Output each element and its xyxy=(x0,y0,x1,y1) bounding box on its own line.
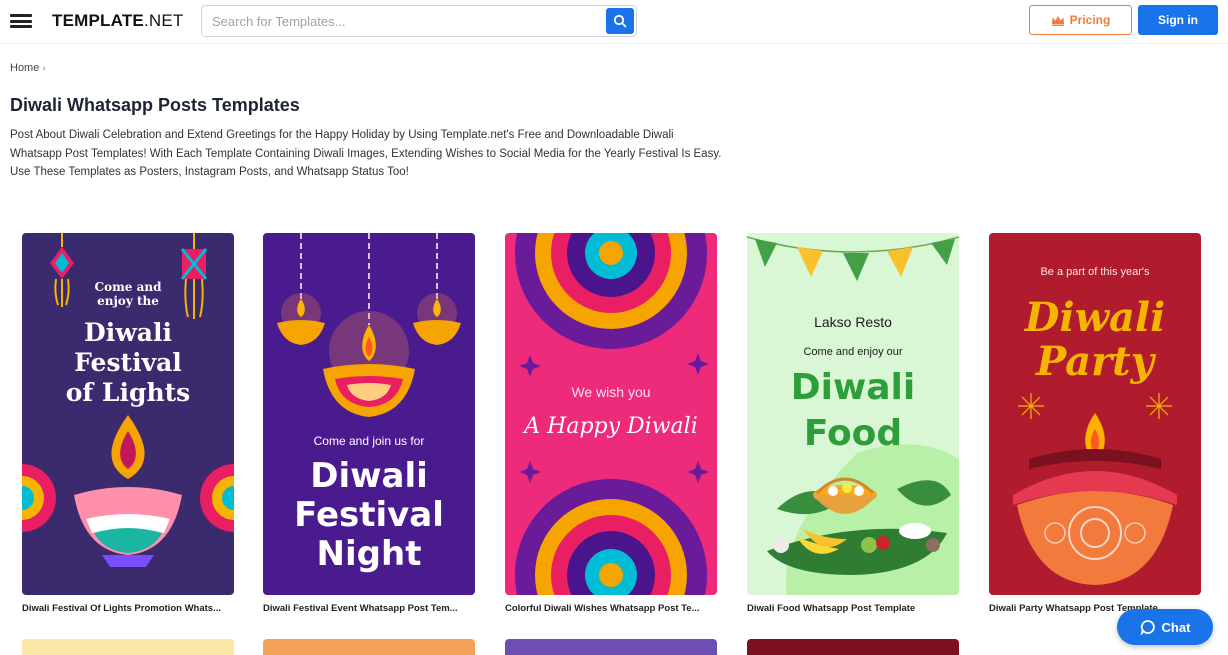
chat-bubble-icon xyxy=(1140,620,1155,635)
card-line: Be a part of this year's xyxy=(1040,266,1150,278)
card-headline: Festival xyxy=(74,348,182,377)
pricing-label: Pricing xyxy=(1069,13,1111,27)
chat-label: Chat xyxy=(1161,619,1191,635)
card-line: Come and enjoy our xyxy=(803,346,902,358)
card-line: Lakso Resto xyxy=(814,314,892,330)
card-headline: Night xyxy=(317,534,422,574)
card-title[interactable]: Diwali Festival Of Lights Promotion What… xyxy=(22,603,237,614)
card-line: We wish you xyxy=(571,384,650,400)
card-artwork: Be a part of this year's Diwali Party xyxy=(989,233,1201,595)
card-title[interactable]: Colorful Diwali Wishes Whatsapp Post Te.… xyxy=(505,603,720,614)
card-title[interactable]: Diwali Festival Event Whatsapp Post Tem.… xyxy=(263,603,478,614)
template-card-row2-3[interactable] xyxy=(505,639,717,655)
template-card-festival-night[interactable]: Come and join us for Diwali Festival Nig… xyxy=(263,233,475,595)
card-headline: Festival xyxy=(294,495,444,535)
card-line: enjoy the xyxy=(97,294,159,308)
template-card-row2-1[interactable] xyxy=(22,639,234,655)
search-icon xyxy=(613,14,627,28)
card-title[interactable]: Diwali Food Whatsapp Post Template xyxy=(747,603,962,614)
card-headline: Food xyxy=(804,413,902,454)
card-headline: Diwali xyxy=(1024,294,1166,341)
site-logo[interactable]: TEMPLATE.NET xyxy=(52,11,183,31)
chat-button[interactable]: Chat xyxy=(1117,609,1213,645)
breadcrumb-home-link[interactable]: Home xyxy=(10,62,39,74)
page-description: Post About Diwali Celebration and Extend… xyxy=(10,126,850,182)
template-card-row2-4[interactable] xyxy=(747,639,959,655)
hamburger-menu-icon[interactable] xyxy=(10,14,32,28)
template-card-diwali-food[interactable]: Lakso Resto Come and enjoy our Diwali Fo… xyxy=(747,233,959,595)
search-input[interactable] xyxy=(212,6,602,36)
card-line: Come and xyxy=(95,280,163,294)
card-headline: Party xyxy=(1035,338,1156,385)
card-artwork: We wish you A Happy Diwali xyxy=(505,233,717,595)
crown-icon xyxy=(1051,15,1064,26)
card-artwork: Lakso Resto Come and enjoy our Diwali Fo… xyxy=(747,233,959,595)
template-card-colorful-wishes[interactable]: We wish you A Happy Diwali xyxy=(505,233,717,595)
card-headline: Diwali xyxy=(310,456,428,496)
top-header: TEMPLATE.NET Pricing Sign in xyxy=(0,0,1228,44)
template-card-diwali-party[interactable]: Be a part of this year's Diwali Party xyxy=(989,233,1201,595)
sign-in-button[interactable]: Sign in xyxy=(1138,5,1218,35)
search-button[interactable] xyxy=(606,8,634,34)
breadcrumb: Home › xyxy=(10,62,46,74)
search-box xyxy=(201,5,637,37)
template-card-festival-of-lights[interactable]: Come and enjoy the Diwali Festival of Li… xyxy=(22,233,234,595)
breadcrumb-separator: › xyxy=(42,63,46,74)
pricing-button[interactable]: Pricing xyxy=(1029,5,1132,35)
card-headline: of Lights xyxy=(66,378,191,407)
card-artwork: Come and join us for Diwali Festival Nig… xyxy=(263,233,475,595)
card-headline: A Happy Diwali xyxy=(522,414,697,439)
description-line: Post About Diwali Celebration and Extend… xyxy=(10,129,674,141)
description-line: Use These Templates as Posters, Instagra… xyxy=(10,166,409,178)
template-card-row2-2[interactable] xyxy=(263,639,475,655)
card-headline: Diwali xyxy=(791,367,915,408)
card-artwork: Come and enjoy the Diwali Festival of Li… xyxy=(22,233,234,595)
card-line: Come and join us for xyxy=(314,434,425,448)
page-title: Diwali Whatsapp Posts Templates xyxy=(10,95,300,115)
card-headline: Diwali xyxy=(84,318,172,347)
description-line: Whatsapp Post Templates! With Each Templ… xyxy=(10,147,722,160)
